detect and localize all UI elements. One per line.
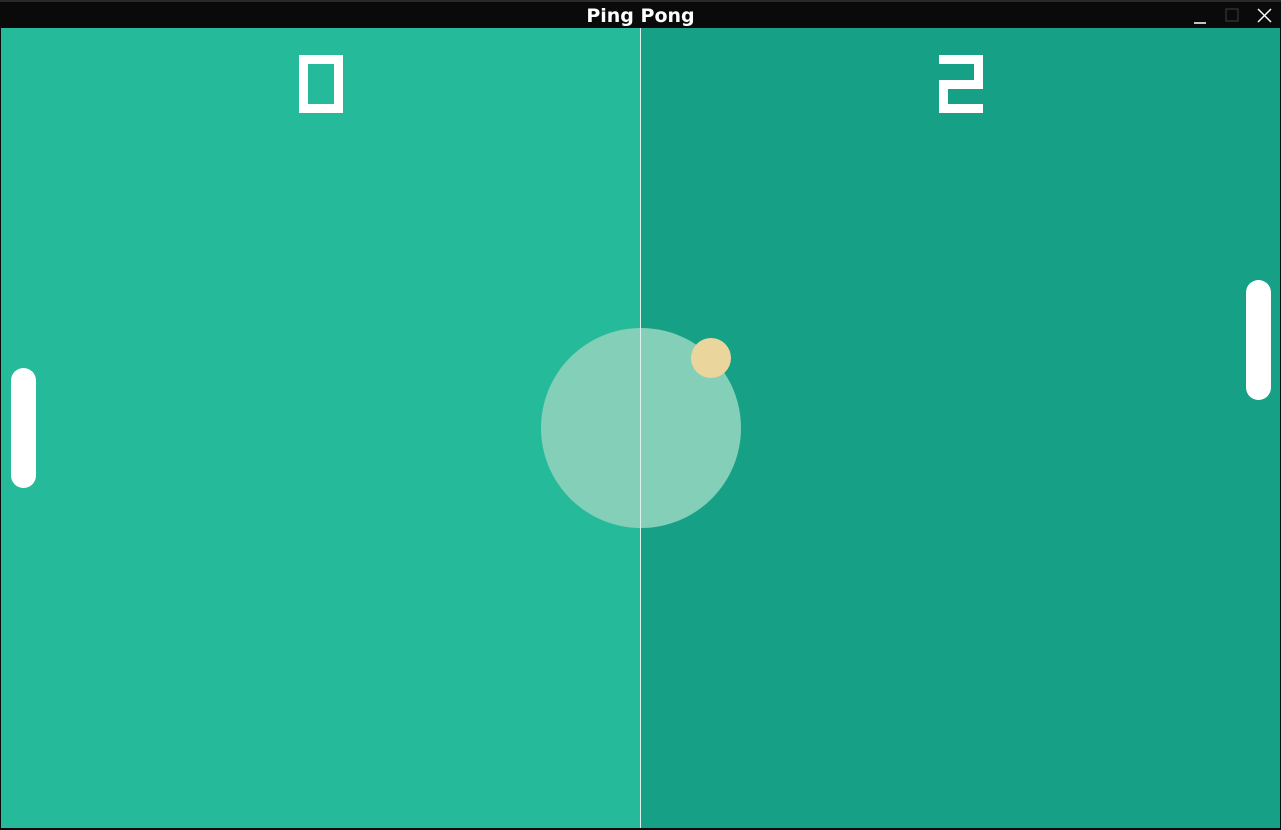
ball: [691, 338, 731, 378]
left-paddle[interactable]: [11, 368, 36, 488]
center-net-line: [640, 28, 641, 828]
left-score: [299, 55, 343, 113]
maximize-icon: [1225, 8, 1239, 22]
game-window: Ping Pong: [0, 0, 1281, 830]
close-button[interactable]: [1255, 6, 1275, 26]
close-icon: [1257, 8, 1272, 23]
left-score-digit: [299, 55, 343, 113]
minimize-button[interactable]: [1191, 6, 1211, 26]
game-field: [1, 28, 1280, 828]
right-paddle[interactable]: [1246, 280, 1271, 400]
maximize-button[interactable]: [1223, 6, 1243, 26]
minimize-icon: [1194, 22, 1206, 24]
right-score-digit: [939, 55, 983, 113]
window-title: Ping Pong: [586, 5, 695, 27]
score-segment: [939, 104, 983, 113]
score-segment: [299, 55, 308, 89]
right-score: [939, 55, 983, 113]
title-bar: Ping Pong: [0, 0, 1281, 28]
